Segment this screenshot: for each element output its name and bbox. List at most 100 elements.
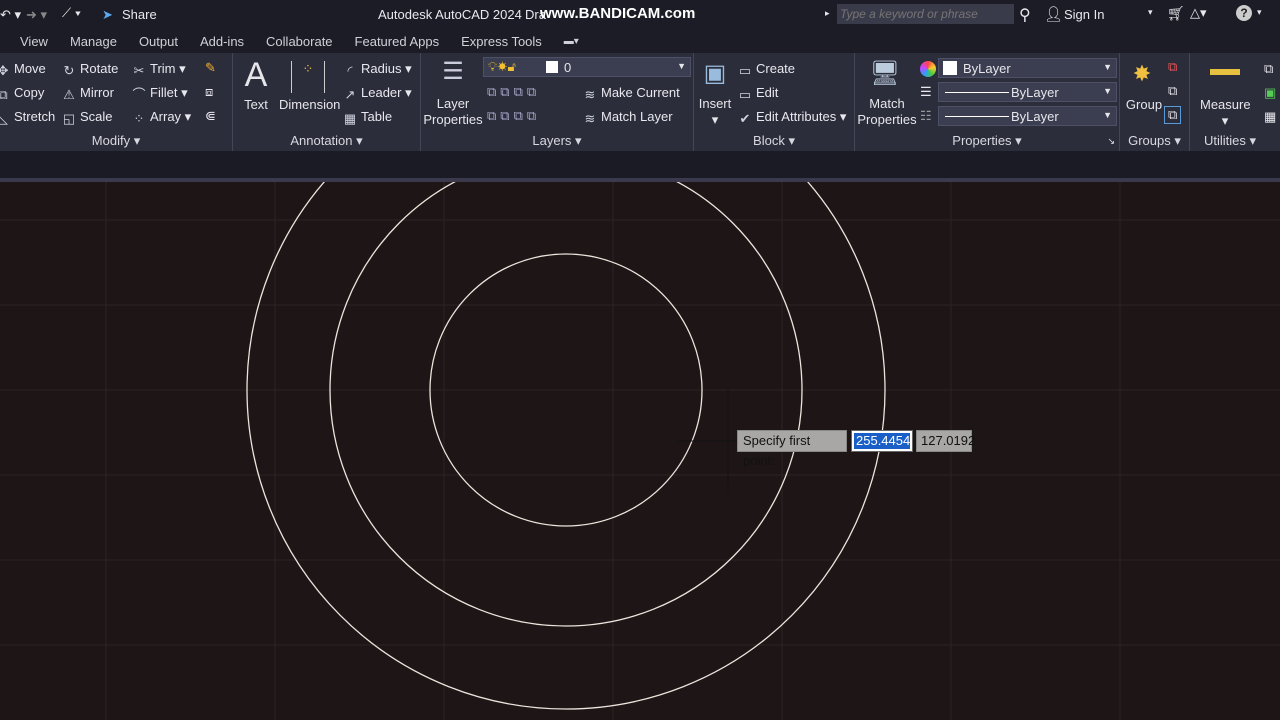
x-coordinate-input[interactable]: 255.4454	[851, 430, 913, 452]
leader-button[interactable]: ↗ Leader ▾	[343, 85, 412, 102]
group-edit-icon[interactable]: ⧉	[1168, 83, 1177, 99]
chevron-down-icon: ▼	[1103, 110, 1112, 120]
cart-icon[interactable]: 🛒︎	[1167, 5, 1185, 22]
tab-collaborate[interactable]: Collaborate	[266, 34, 333, 49]
line-tool-icon[interactable]: ⟋ ▾	[62, 5, 81, 21]
search-input[interactable]	[837, 4, 1014, 24]
ribbon-display-toggle[interactable]: ▬▾	[564, 36, 579, 47]
explode-icon[interactable]: ⧈	[205, 84, 213, 100]
trim-icon: ✂	[133, 63, 145, 78]
match-properties-button[interactable]: Match Properties	[855, 96, 919, 128]
select-all-icon[interactable]: ▣	[1264, 85, 1276, 101]
match-properties-icon: 🖥︎	[869, 60, 901, 87]
sign-in-dropdown[interactable]: ▾	[1148, 7, 1153, 18]
layer-properties-icon: ☰	[442, 58, 464, 85]
fillet-icon: ⌒	[132, 87, 146, 102]
help-icon[interactable]: ?	[1236, 5, 1252, 21]
chevron-down-icon: ▼	[1103, 86, 1112, 96]
array-button[interactable]: ⁘ Array ▾	[132, 109, 192, 126]
scale-button[interactable]: ◱ Scale	[62, 109, 113, 126]
current-layer-name: 0	[564, 60, 572, 75]
text-button[interactable]: Text	[241, 97, 271, 113]
ungroup-icon[interactable]: ⧉	[1168, 59, 1177, 75]
share-button[interactable]: Share	[122, 7, 157, 22]
middle-circle[interactable]	[329, 182, 803, 627]
drawing-canvas[interactable]	[0, 182, 1280, 720]
create-block-button[interactable]: ▭ Create	[738, 61, 795, 78]
table-button[interactable]: ▦ Table	[343, 109, 392, 126]
layer-color-swatch	[546, 61, 558, 73]
color-dropdown[interactable]: ByLayer ▼	[938, 58, 1117, 78]
make-current-icon: ≋	[584, 87, 596, 102]
move-icon: ✥	[0, 63, 9, 78]
create-block-icon: ▭	[738, 63, 752, 78]
edit-block-icon: ▭	[738, 87, 752, 102]
layer-properties-button[interactable]: Layer Properties	[421, 96, 485, 128]
help-dropdown[interactable]: ▾	[1257, 7, 1262, 18]
layer-dropdown[interactable]: 💡︎☀︎🔓︎ 0 ▼	[483, 57, 691, 77]
stretch-icon: ◺	[0, 111, 8, 126]
tab-view[interactable]: View	[20, 34, 48, 49]
radius-button[interactable]: ◜ Radius ▾	[343, 61, 411, 78]
insert-button[interactable]: Insert ▾	[694, 96, 736, 128]
erase-icon[interactable]: ✎	[205, 60, 216, 76]
dimension-icon: ⁘	[291, 61, 325, 93]
layers-panel-title[interactable]: Layers ▾	[421, 133, 693, 149]
scale-icon: ◱	[62, 111, 76, 126]
offset-icon[interactable]: ⋐	[205, 108, 216, 124]
tab-featured-apps[interactable]: Featured Apps	[355, 34, 440, 49]
layer-tools-row1-icons[interactable]: ⧉⧉⧉⧉	[487, 84, 540, 100]
copy-button[interactable]: ⧉ Copy	[0, 85, 44, 102]
search-icon[interactable]: ⚲	[1019, 5, 1031, 25]
edit-block-button[interactable]: ▭ Edit	[738, 85, 779, 102]
mirror-button[interactable]: ⚠ Mirror	[62, 85, 114, 102]
group-button[interactable]: Group	[1122, 97, 1166, 113]
tab-add-ins[interactable]: Add-ins	[200, 34, 244, 49]
block-panel-title[interactable]: Block ▾	[694, 133, 854, 149]
lineweight-icon: ☰	[920, 84, 932, 99]
layer-tools-row2-icons[interactable]: ⧉⧉⧉⧉	[487, 108, 540, 124]
leader-icon: ↗	[344, 87, 356, 102]
search-expand-icon[interactable]: ▸	[825, 8, 830, 19]
make-current-button[interactable]: ≋ Make Current	[583, 85, 680, 102]
autodesk-icon[interactable]: △▾	[1190, 5, 1207, 21]
utilities-panel-title[interactable]: Utilities ▾	[1190, 133, 1270, 149]
insert-icon: ▣	[703, 60, 727, 87]
measure-button[interactable]: Measure ▾	[1200, 97, 1251, 129]
undo-icon[interactable]: ↶ ▾	[0, 7, 21, 23]
quick-select-icon[interactable]: ⧉	[1264, 61, 1273, 77]
annotation-panel-title[interactable]: Annotation ▾	[233, 133, 420, 149]
tab-express-tools[interactable]: Express Tools	[461, 34, 542, 49]
redo-icon[interactable]: ➜ ▾	[26, 7, 47, 23]
sign-in-button[interactable]: Sign In	[1064, 7, 1104, 22]
line-preview	[945, 116, 1009, 117]
tab-manage[interactable]: Manage	[70, 34, 117, 49]
rotate-button[interactable]: ↻ Rotate	[62, 61, 119, 78]
lineweight-dropdown[interactable]: ByLayer ▼	[938, 106, 1117, 126]
dialog-launcher-icon[interactable]: ↘	[1107, 136, 1115, 147]
modify-panel-title[interactable]: Modify ▾	[0, 133, 232, 149]
tab-output[interactable]: Output	[139, 34, 178, 49]
match-layer-icon: ≋	[584, 111, 596, 126]
y-coordinate-input[interactable]: 127.0192	[916, 430, 975, 452]
groups-panel-title[interactable]: Groups ▾	[1120, 133, 1189, 149]
user-icon: 👤︎	[1044, 6, 1064, 23]
match-layer-button[interactable]: ≋ Match Layer	[583, 109, 673, 126]
fillet-button[interactable]: ⌒ Fillet ▾	[132, 85, 187, 102]
properties-panel-title[interactable]: Properties ▾	[855, 133, 1119, 149]
ribbon-tabs: View Manage Output Add-ins Collaborate F…	[0, 30, 1280, 53]
group-icon: ✸	[1132, 61, 1152, 86]
linetype-icon: ☷	[920, 108, 932, 123]
color-wheel-icon	[920, 61, 936, 77]
edit-attributes-button[interactable]: ✔ Edit Attributes ▾	[738, 109, 847, 126]
radius-icon: ◜	[347, 63, 353, 78]
calculator-icon[interactable]: ▦	[1264, 109, 1276, 125]
stretch-button[interactable]: ◺ Stretch	[0, 109, 55, 126]
share-icon: ➤	[102, 7, 113, 22]
move-button[interactable]: ✥ Move	[0, 61, 46, 78]
linetype-dropdown[interactable]: ByLayer ▼	[938, 82, 1117, 102]
dimension-button[interactable]: Dimension	[279, 97, 340, 113]
group-selection-icon[interactable]: ⧉	[1164, 106, 1182, 124]
trim-button[interactable]: ✂ Trim ▾	[132, 61, 186, 78]
utilities-panel: Measure ▾ ⧉ ▣ ▦ Utilities ▾	[1190, 53, 1280, 151]
